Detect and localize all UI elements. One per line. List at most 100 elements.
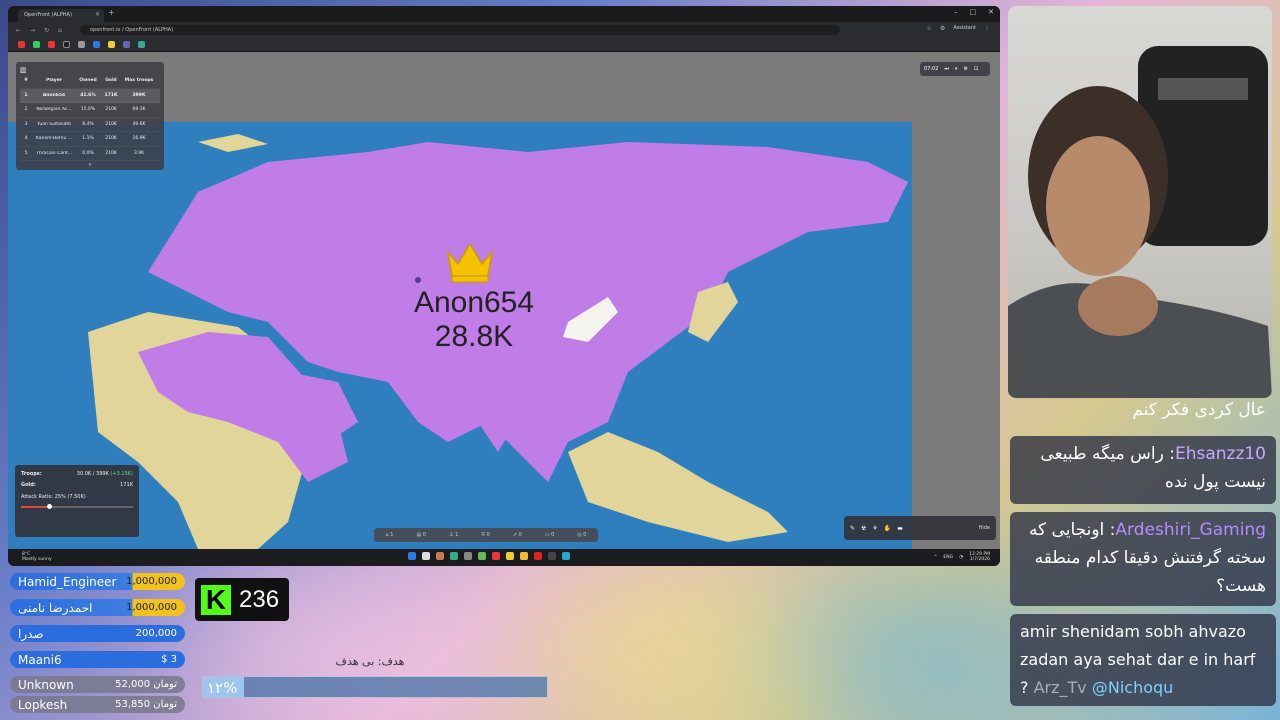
row-rank: 4 bbox=[24, 136, 28, 142]
header-max-troops[interactable]: Max troops bbox=[122, 78, 156, 83]
app-icon[interactable] bbox=[478, 552, 486, 560]
city-marker[interactable] bbox=[415, 277, 421, 283]
header-owned[interactable]: Owned bbox=[76, 78, 100, 83]
alliance-icon[interactable]: ⚘ bbox=[872, 525, 877, 532]
leaderboard-row[interactable]: 1 Anon654 41.6% 171K 399K bbox=[20, 88, 160, 103]
unit-port[interactable]: ⚓ 1 bbox=[449, 532, 458, 538]
leaderboard-row[interactable]: 5 Thracian Cant... 0.0% 210K 3.9K bbox=[20, 147, 160, 161]
maximize-icon[interactable]: □ bbox=[970, 8, 977, 16]
bookmark-kick-icon[interactable] bbox=[33, 41, 40, 48]
header-player[interactable]: Player bbox=[32, 78, 76, 83]
unit-defense[interactable]: ⛨ 0 bbox=[481, 532, 490, 538]
tray-chevron-icon[interactable]: ^ bbox=[934, 555, 938, 560]
forward-icon[interactable]: → bbox=[30, 27, 35, 34]
pause-icon[interactable]: ⏸ bbox=[955, 66, 958, 72]
chat-icon[interactable]: ▬ bbox=[897, 525, 903, 532]
donor-name: Unknown bbox=[18, 677, 74, 692]
bookmark-extra-icon[interactable] bbox=[138, 41, 145, 48]
folder-icon[interactable] bbox=[506, 552, 514, 560]
close-icon[interactable]: ✕ bbox=[95, 11, 100, 18]
row-rank: 1 bbox=[24, 92, 28, 98]
attack-ratio-fill bbox=[21, 506, 49, 508]
extensions-icon[interactable]: ⚙ bbox=[940, 25, 945, 32]
search-icon[interactable] bbox=[422, 552, 430, 560]
unit-sam[interactable]: ◎ 0 bbox=[577, 532, 586, 538]
reload-icon[interactable]: ↻ bbox=[44, 27, 49, 34]
leaderboard-icon[interactable]: ▥ bbox=[20, 66, 160, 74]
bookmark-github-icon[interactable] bbox=[78, 41, 85, 48]
bookmark-youtube2-icon[interactable] bbox=[48, 41, 55, 48]
player-troops-label: 28.8K bbox=[434, 320, 514, 353]
settings-icon[interactable]: ⚙ bbox=[963, 66, 967, 72]
address-bar[interactable]: openfront.io / OpenFront (ALPHA) bbox=[80, 25, 840, 35]
bookmark-x-icon[interactable] bbox=[63, 41, 70, 48]
troops-rate: (+3.15K) bbox=[110, 471, 133, 477]
row-max-troops: 399K bbox=[132, 92, 146, 98]
leaderboard-row[interactable]: 2 Norwegian Ac... 15.0% 210K 69.1K bbox=[20, 103, 160, 118]
unit-city[interactable]: ⌂ 1 bbox=[386, 532, 394, 538]
bookmark-youtube-icon[interactable] bbox=[18, 41, 25, 48]
chat-username[interactable]: Ehsanzz10 bbox=[1175, 444, 1266, 464]
edge-icon[interactable] bbox=[450, 552, 458, 560]
browser-tab[interactable]: OpenFront (ALPHA) ✕ bbox=[18, 9, 104, 22]
bookmark-drive-icon[interactable] bbox=[108, 41, 115, 48]
pencil-icon[interactable]: ✎ bbox=[850, 525, 855, 532]
row-rank: 5 bbox=[24, 150, 28, 156]
attack-ratio-handle[interactable] bbox=[47, 504, 52, 509]
hide-button[interactable]: Hide bbox=[979, 525, 990, 531]
chat-username[interactable]: Ardeshiri_Gaming bbox=[1115, 520, 1266, 540]
leaderboard-expand-icon[interactable]: ▾ bbox=[20, 162, 160, 168]
fast-forward-icon[interactable]: ⏭ bbox=[944, 66, 949, 72]
bookmark-star-icon[interactable]: ☆ bbox=[926, 25, 931, 32]
app-icon[interactable] bbox=[534, 552, 542, 560]
attack-ratio-slider[interactable] bbox=[21, 504, 133, 509]
lang-indicator[interactable]: ENG bbox=[943, 555, 953, 560]
app-icon[interactable] bbox=[548, 552, 556, 560]
exit-icon[interactable]: ⊡ bbox=[974, 66, 978, 72]
row-owned: 41.6% bbox=[80, 92, 96, 98]
webcam-caption: عال کردی فکر کنم bbox=[1132, 400, 1266, 420]
game-viewport[interactable]: ▥ # Player Owned Gold Max troops 1 Anon6… bbox=[8, 52, 1000, 549]
row-rank: 2 bbox=[24, 107, 28, 113]
home-icon[interactable]: ⌂ bbox=[58, 27, 62, 34]
assistant-button[interactable]: Assistant bbox=[953, 25, 976, 32]
nuke-icon[interactable]: ☢ bbox=[861, 525, 866, 532]
attack-ratio-label: Attack Ratio: 25% (7.50K) bbox=[21, 494, 86, 500]
start-icon[interactable] bbox=[408, 552, 416, 560]
menu-icon[interactable]: ⋮ bbox=[984, 25, 990, 32]
app-icon[interactable] bbox=[464, 552, 472, 560]
app-icon[interactable] bbox=[520, 552, 528, 560]
chat-mention[interactable]: @Nichoqu bbox=[1092, 678, 1173, 697]
chat-username[interactable]: Arz_Tv bbox=[1034, 678, 1087, 697]
leaderboard-panel: ▥ # Player Owned Gold Max troops 1 Anon6… bbox=[16, 62, 164, 170]
wifi-icon[interactable]: ◔ bbox=[959, 555, 963, 560]
row-owned: 8.4% bbox=[82, 121, 94, 127]
row-owned: 1.1% bbox=[82, 136, 94, 142]
new-tab-icon[interactable]: + bbox=[108, 8, 115, 17]
unit-missile[interactable]: ➚ 0 bbox=[513, 532, 522, 538]
header-rank[interactable]: # bbox=[20, 78, 32, 83]
leaderboard-row[interactable]: 4 Kanem-Bornu ... 1.1% 210K 16.9K bbox=[20, 132, 160, 147]
browser-toolbar: ← → ↻ ⌂ openfront.io / OpenFront (ALPHA)… bbox=[8, 22, 1000, 38]
close-window-icon[interactable]: ✕ bbox=[988, 8, 994, 16]
unit-silo[interactable]: ▭ 0 bbox=[545, 532, 555, 538]
handshake-icon[interactable]: ✋ bbox=[884, 525, 891, 532]
donor-name: Hamid_Engineer bbox=[18, 574, 117, 589]
bookmark-bing-icon[interactable] bbox=[93, 41, 100, 48]
app-icon[interactable] bbox=[436, 552, 444, 560]
back-icon[interactable]: ← bbox=[16, 27, 21, 34]
app-icon[interactable] bbox=[492, 552, 500, 560]
header-gold[interactable]: Gold bbox=[100, 78, 122, 83]
goal-progress-bar: ۱۲% bbox=[202, 676, 548, 698]
row-gold: 171K bbox=[104, 92, 118, 98]
leaderboard-row[interactable]: 3 Yuan Sultanate 8.4% 210K 49.6K bbox=[20, 118, 160, 132]
donation-amount: 53,850 تومان bbox=[115, 699, 177, 710]
taskbar-clock[interactable]: 12:29 PM 1/7/2026 bbox=[969, 552, 990, 562]
game-timer: 07:02 bbox=[924, 66, 939, 72]
weather-widget[interactable]: 8°C Mostly sunny bbox=[22, 552, 52, 562]
donation-amount: $ 3 bbox=[161, 654, 177, 665]
app-icon[interactable] bbox=[562, 552, 570, 560]
minimize-icon[interactable]: – bbox=[954, 8, 958, 16]
bookmark-ai-icon[interactable] bbox=[123, 41, 130, 48]
unit-factory[interactable]: ▤ 0 bbox=[416, 532, 426, 538]
